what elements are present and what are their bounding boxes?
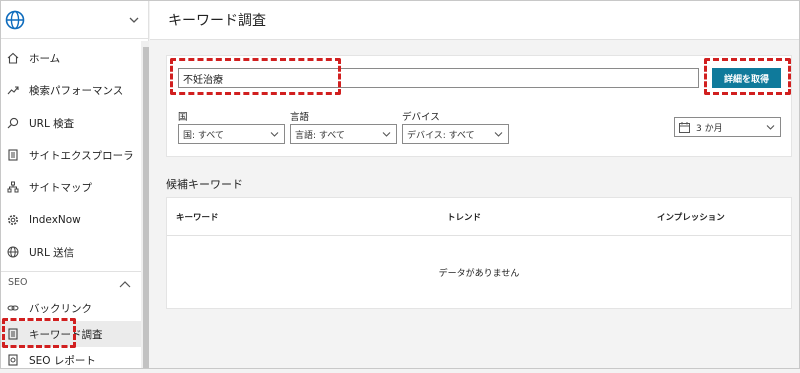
sidebar-item-label: ホーム bbox=[29, 52, 61, 65]
sidebar-item-performance[interactable]: 検索パフォーマンス bbox=[1, 77, 141, 103]
chevron-up-icon[interactable] bbox=[119, 280, 131, 288]
sidebar-item-seo-reports[interactable]: SEO レポート bbox=[1, 347, 141, 373]
sidebar-item-label: サイトマップ bbox=[29, 181, 92, 194]
sidebar-item-label: URL 検査 bbox=[29, 117, 75, 130]
globe-icon bbox=[5, 10, 25, 30]
sidebar-item-label: 検索パフォーマンス bbox=[29, 84, 124, 97]
sidebar-item-label: サイトエクスプローラ bbox=[29, 149, 134, 162]
document-icon bbox=[6, 148, 20, 162]
results-table: キーワード トレンド インプレッション データがありません bbox=[166, 197, 792, 309]
sidebar-item-url-submission[interactable]: URL 送信 bbox=[1, 239, 141, 265]
sidebar-item-label: SEO レポート bbox=[29, 354, 96, 367]
language-select-value: 言語: すべて bbox=[295, 130, 345, 141]
country-filter-label: 国 bbox=[178, 112, 188, 123]
column-header-impressions[interactable]: インプレッション bbox=[657, 211, 725, 223]
globe-icon bbox=[6, 245, 20, 259]
table-header-divider bbox=[167, 235, 791, 236]
search-icon bbox=[6, 116, 20, 130]
link-icon bbox=[6, 301, 20, 315]
highlight-search-input bbox=[170, 58, 341, 95]
device-select-value: デバイス: すべて bbox=[407, 130, 475, 141]
sitemap-icon bbox=[6, 180, 20, 194]
home-icon bbox=[6, 51, 20, 65]
chevron-down-icon bbox=[494, 132, 503, 137]
sidebar-item-url-inspection[interactable]: URL 検査 bbox=[1, 110, 141, 136]
sidebar-section-seo: SEO bbox=[8, 277, 28, 288]
chevron-down-icon bbox=[270, 132, 279, 137]
highlight-get-details-button bbox=[704, 58, 791, 95]
report-icon bbox=[6, 353, 20, 367]
page-title: キーワード調査 bbox=[168, 13, 266, 29]
results-section-title: 候補キーワード bbox=[166, 178, 243, 191]
period-select-value: 3 か月 bbox=[696, 123, 723, 134]
trend-icon bbox=[6, 83, 20, 97]
device-select[interactable]: デバイス: すべて bbox=[402, 124, 509, 144]
country-select-value: 国: すべて bbox=[183, 130, 224, 141]
sidebar-item-site-explorer[interactable]: サイトエクスプローラ bbox=[1, 142, 141, 168]
country-select[interactable]: 国: すべて bbox=[178, 124, 285, 144]
device-filter-label: デバイス bbox=[402, 112, 440, 123]
sidebar-item-label: バックリンク bbox=[29, 302, 92, 315]
language-select[interactable]: 言語: すべて bbox=[290, 124, 397, 144]
chevron-down-icon[interactable] bbox=[129, 15, 139, 25]
column-header-keyword[interactable]: キーワード bbox=[176, 211, 219, 223]
sidebar-scrollbar-thumb[interactable] bbox=[143, 47, 149, 368]
period-select[interactable]: 3 か月 bbox=[674, 117, 781, 137]
sidebar-item-home[interactable]: ホーム bbox=[1, 45, 141, 71]
sidebar-item-label: IndexNow bbox=[29, 214, 81, 226]
calendar-icon bbox=[679, 121, 690, 133]
sidebar-item-sitemaps[interactable]: サイトマップ bbox=[1, 174, 141, 200]
empty-state-message: データがありません bbox=[438, 269, 520, 279]
sidebar-divider bbox=[1, 271, 141, 272]
sidebar: ホーム 検索パフォーマンス URL 検査 サイトエクスプローラ サイトマップ I… bbox=[1, 1, 149, 368]
language-filter-label: 言語 bbox=[290, 112, 310, 123]
gear-icon bbox=[6, 213, 20, 227]
chevron-down-icon bbox=[766, 125, 775, 130]
sidebar-item-label: URL 送信 bbox=[29, 246, 75, 259]
sidebar-item-indexnow[interactable]: IndexNow bbox=[1, 207, 141, 233]
chevron-down-icon bbox=[382, 132, 391, 137]
site-selector[interactable] bbox=[1, 1, 148, 39]
column-header-trend[interactable]: トレンド bbox=[447, 211, 481, 223]
main-header: キーワード調査 bbox=[150, 1, 799, 40]
highlight-keyword-research bbox=[2, 318, 76, 348]
